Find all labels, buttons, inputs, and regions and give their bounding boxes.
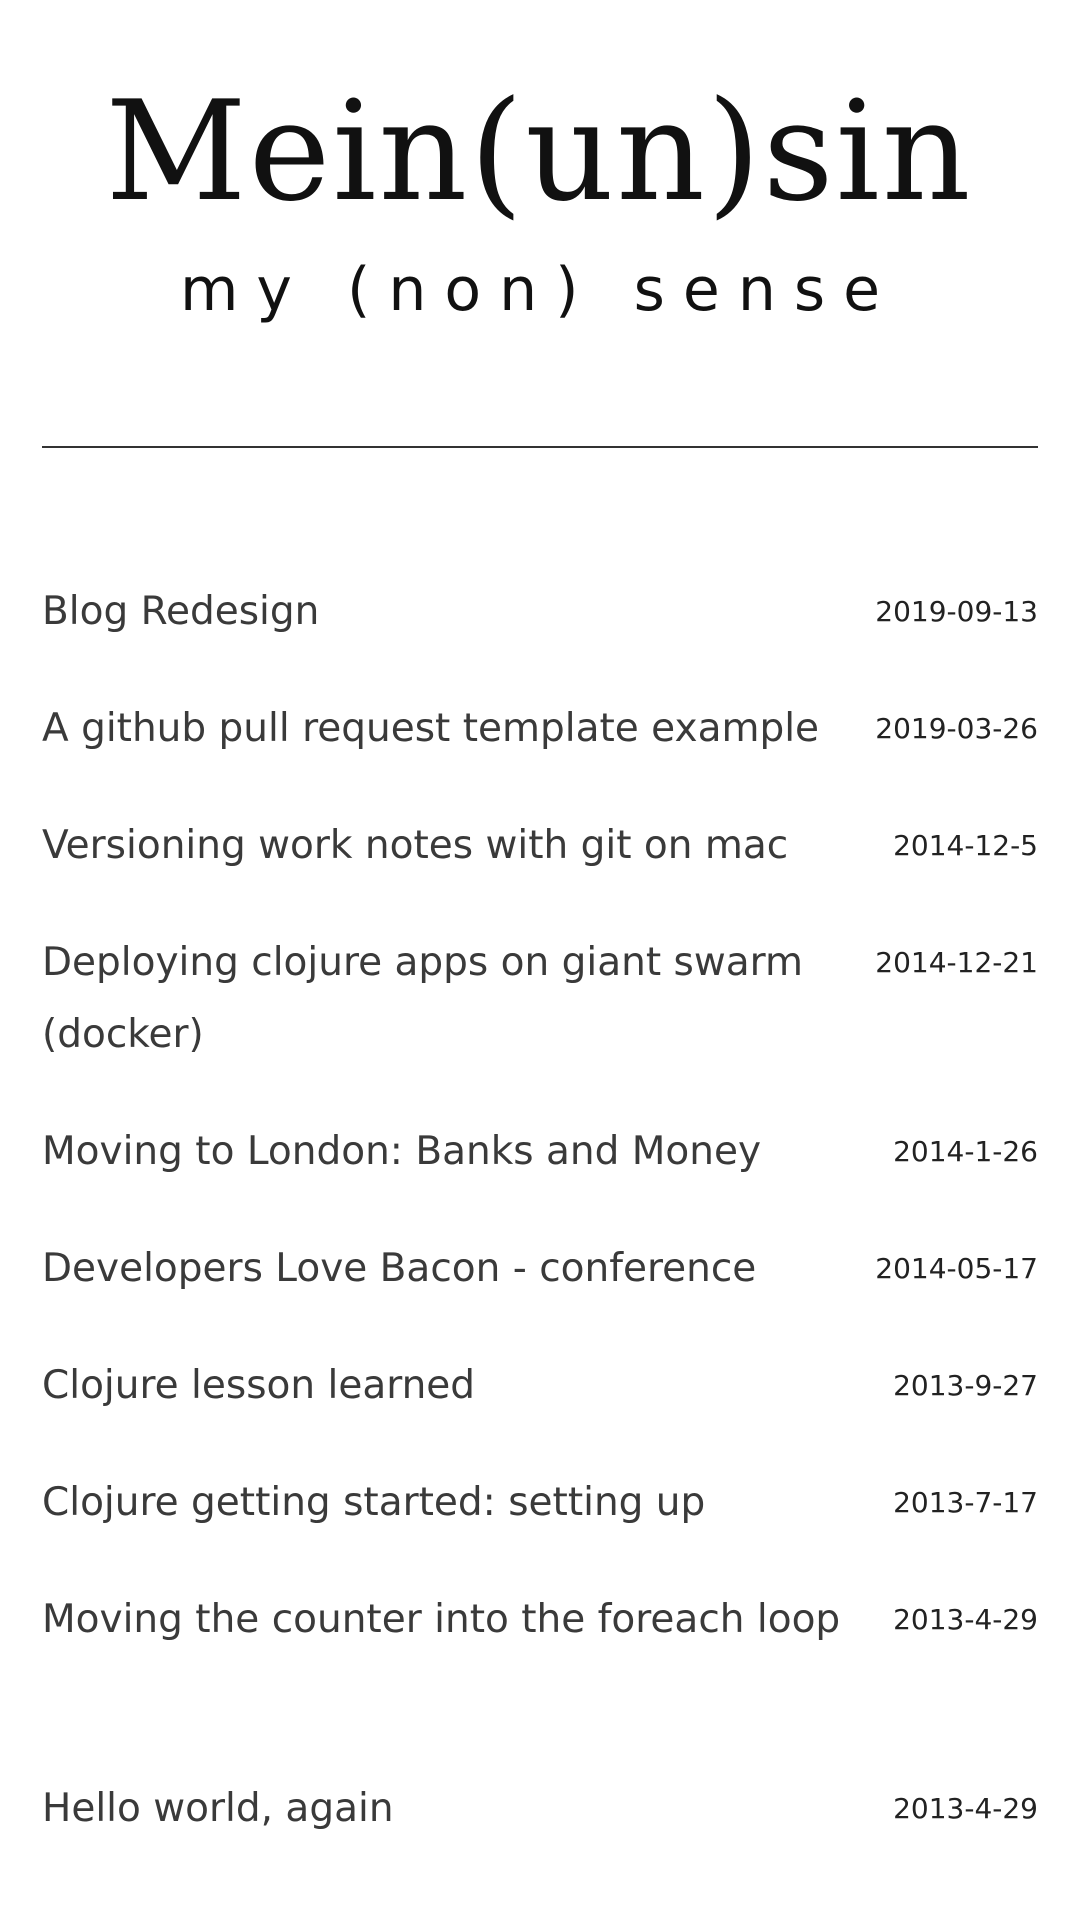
post-date: 2019-03-26 (875, 712, 1038, 745)
post-title-link[interactable]: Developers Love Bacon - conference (42, 1233, 842, 1305)
post-date: 2013-4-29 (893, 1603, 1038, 1636)
post-list-item: Developers Love Bacon - conference 2014-… (42, 1233, 1038, 1305)
post-date: 2019-09-13 (875, 595, 1038, 628)
post-list-item: Clojure getting started: setting up 2013… (42, 1467, 1038, 1539)
post-list-item: Blog Redesign 2019-09-13 (42, 576, 1038, 648)
site-title-link[interactable]: Mein(un)sin (0, 72, 1078, 232)
post-title-link[interactable]: Clojure lesson learned (42, 1350, 842, 1422)
post-list-item: Versioning work notes with git on mac 20… (42, 810, 1038, 882)
post-date: 2014-05-17 (875, 1252, 1038, 1285)
post-title-link[interactable]: Clojure getting started: setting up (42, 1467, 842, 1539)
site-subtitle: my (non) sense (179, 255, 899, 325)
post-title-link[interactable]: Versioning work notes with git on mac (42, 810, 842, 882)
post-title-link[interactable]: A github pull request template example (42, 693, 842, 765)
header-divider (42, 446, 1038, 448)
post-list-item: Moving to London: Banks and Money 2014-1… (42, 1116, 1038, 1188)
post-title-link[interactable]: Moving to London: Banks and Money (42, 1116, 842, 1188)
post-date: 2013-4-29 (893, 1792, 1038, 1825)
post-list-item: A github pull request template example 2… (42, 693, 1038, 765)
post-list-item: Moving the counter into the foreach loop… (42, 1584, 1038, 1656)
post-list-item: Deploying clojure apps on giant swarm (d… (42, 927, 1038, 1071)
post-list-item: Clojure lesson learned 2013-9-27 (42, 1350, 1038, 1422)
post-date: 2014-12-21 (875, 946, 1038, 979)
post-date: 2013-9-27 (893, 1369, 1038, 1402)
post-date: 2013-7-17 (893, 1486, 1038, 1519)
post-title-link[interactable]: Moving the counter into the foreach loop (42, 1584, 842, 1656)
post-list-item: Hello world, again 2013-4-29 (42, 1773, 1038, 1845)
post-title-link[interactable]: Deploying clojure apps on giant swarm (d… (42, 927, 842, 1071)
post-title-link[interactable]: Blog Redesign (42, 576, 842, 648)
post-date: 2014-1-26 (893, 1135, 1038, 1168)
post-date: 2014-12-5 (893, 829, 1038, 862)
post-title-link[interactable]: Hello world, again (42, 1773, 842, 1845)
